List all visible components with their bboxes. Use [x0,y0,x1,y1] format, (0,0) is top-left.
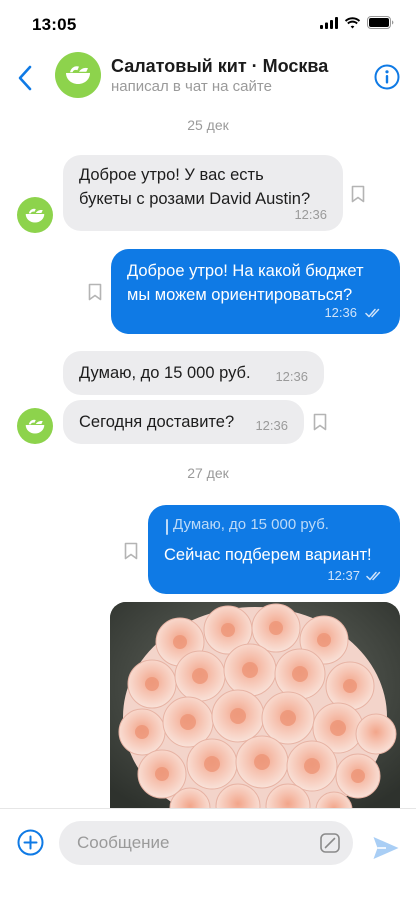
bookmark-icon[interactable] [351,185,365,203]
message-time: 12:36 [294,207,327,222]
status-time: 13:05 [32,15,77,34]
salad-bowl-logo-icon [25,419,45,433]
message-bubble-incoming[interactable]: Доброе утро! У вас есть букеты с розами … [63,155,343,231]
send-icon[interactable] [372,835,400,861]
chevron-left-icon [18,65,32,91]
message-text: Доброе утро! На какой бюджет мы можем ор… [127,259,364,307]
message-text: Думаю, до 15 000 руб. [79,364,251,382]
sticker-icon[interactable] [320,833,340,853]
message-time: 12:36 [324,305,357,320]
message-line: Доброе утро! На какой бюджет [127,262,364,280]
message-line: мы можем ориентироваться? [127,286,353,304]
photo-message-rose-bouquet[interactable] [110,602,400,812]
message-time: 12:36 [275,369,308,384]
bookmark-icon[interactable] [124,542,138,560]
reply-quote-text[interactable]: Думаю, до 15 000 руб. [173,516,329,533]
read-checkmarks-icon [365,308,380,318]
message-time: 12:37 [327,568,360,583]
info-button[interactable] [374,64,400,90]
chat-title[interactable]: Салатовый кит · Москва [111,56,328,77]
message-bubble-outgoing[interactable]: Думаю, до 15 000 руб. Сейчас подберем ва… [148,505,400,594]
message-bubble-incoming[interactable]: Думаю, до 15 000 руб. 12:36 [63,351,324,395]
avatar[interactable] [17,197,53,233]
status-icons [320,16,394,29]
info-icon [374,64,400,90]
message-bubble-incoming[interactable]: Сегодня доставите? 12:36 [63,400,304,444]
message-composer [0,808,416,900]
chat-subtitle: написал в чат на сайте [111,78,272,95]
chat-header: Салатовый кит · Москва написал в чат на … [0,46,416,108]
message-text: Сегодня доставите? [79,413,235,431]
reply-quote-bar [166,519,168,535]
message-text: Доброе утро! У вас есть букеты с розами … [79,163,310,211]
salad-bowl-logo-icon [66,66,90,84]
wifi-icon [344,16,361,28]
battery-icon [367,16,394,29]
read-checkmarks-icon [366,571,381,581]
message-text: Сейчас подберем вариант! [164,546,372,564]
back-button[interactable] [10,61,40,95]
message-line: букеты с розами David Austin? [79,190,311,208]
bookmark-icon[interactable] [313,413,327,431]
date-separator: 27 дек [187,465,229,481]
avatar[interactable] [55,52,101,98]
message-line: Доброе утро! У вас есть [79,166,264,184]
avatar[interactable] [17,408,53,444]
date-separator: 25 дек [187,117,229,133]
bookmark-icon[interactable] [88,283,102,301]
message-bubble-outgoing[interactable]: Доброе утро! На какой бюджет мы можем ор… [111,249,400,334]
message-input[interactable] [59,821,353,865]
status-bar: 13:05 [0,0,416,46]
salad-bowl-logo-icon [25,208,45,222]
rose-bouquet-image [110,602,400,812]
plus-circle-icon[interactable] [17,829,44,856]
message-time: 12:36 [255,418,288,433]
signal-icon [320,16,338,29]
